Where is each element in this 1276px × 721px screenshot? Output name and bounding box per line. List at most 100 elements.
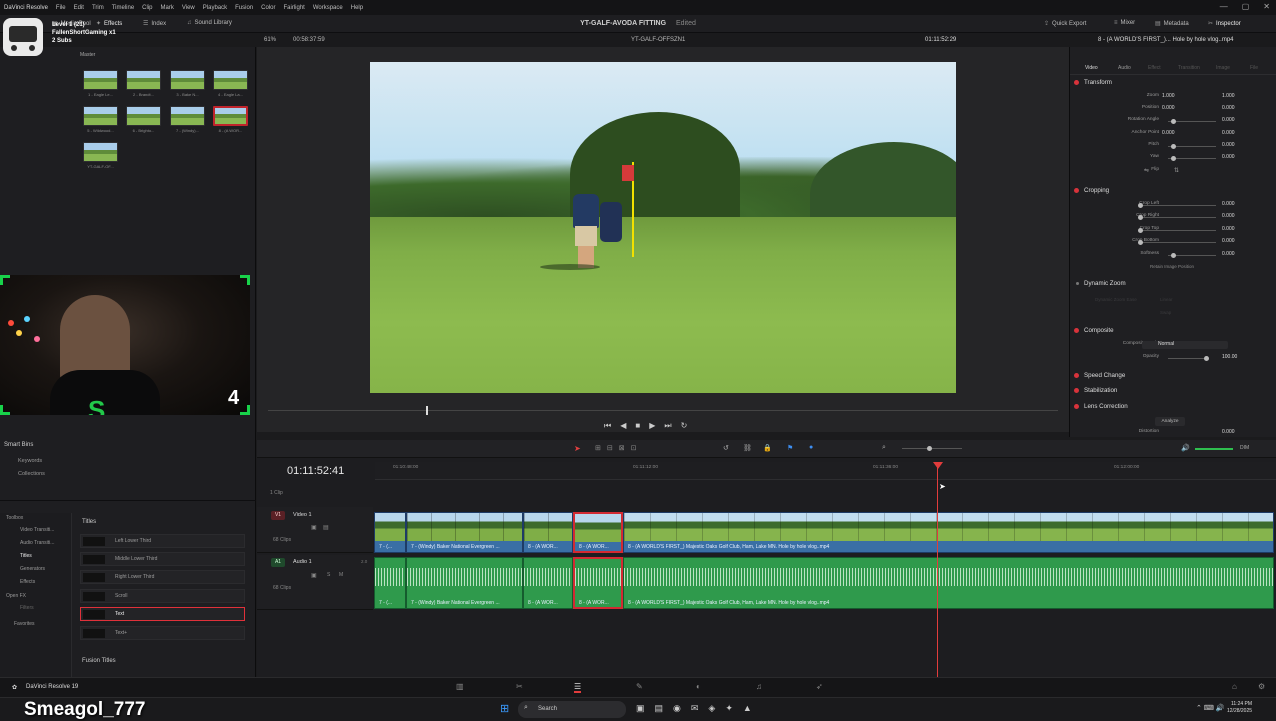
- tab-effect[interactable]: Effect: [1148, 65, 1161, 71]
- play-icon[interactable]: ▶: [649, 421, 655, 431]
- menu-fusion[interactable]: Fusion: [235, 5, 253, 11]
- inspector-button[interactable]: ✂ Inspector: [1208, 20, 1241, 27]
- media-clip-thumb[interactable]: [126, 70, 161, 90]
- pitch-value[interactable]: 0.000: [1222, 142, 1235, 148]
- track-name-video1[interactable]: Video 1: [293, 512, 312, 518]
- analyze-button[interactable]: Analyze: [1155, 417, 1185, 426]
- flip-horizontal-icon[interactable]: ⇋: [1144, 167, 1149, 174]
- media-clip-thumb[interactable]: [170, 106, 205, 126]
- snapping-icon[interactable]: ↺: [723, 444, 729, 452]
- audio-clip[interactable]: 8 - (A WORLD'S FIRST_) Majestic Oaks Gol…: [623, 557, 1274, 609]
- crop-left-value[interactable]: 0.000: [1222, 201, 1235, 207]
- media-page-icon[interactable]: ▥: [456, 682, 464, 691]
- enable-dot[interactable]: [1074, 80, 1079, 85]
- speaker-icon[interactable]: 🔊: [1181, 444, 1190, 452]
- minimize-icon[interactable]: —: [1220, 2, 1228, 11]
- close-icon[interactable]: ✕: [1263, 2, 1270, 11]
- title-item[interactable]: Scroll: [80, 589, 245, 603]
- dim-button[interactable]: DIM: [1240, 445, 1249, 451]
- maximize-icon[interactable]: ▢: [1242, 2, 1250, 11]
- menu-mark[interactable]: Mark: [161, 5, 174, 11]
- metadata-button[interactable]: ▤ Metadata: [1155, 20, 1189, 27]
- cat-video-transitions[interactable]: Video Transiti...: [20, 527, 54, 533]
- track-id-a1[interactable]: A1: [271, 558, 285, 567]
- audio-clip[interactable]: 8 - (A WOR...: [523, 557, 573, 609]
- dynamic-zoom-swap-button[interactable]: Swap: [1160, 310, 1171, 315]
- menu-file[interactable]: File: [56, 5, 66, 11]
- timeline-name[interactable]: YT-GALF-OFFSZN1: [631, 37, 685, 43]
- go-to-start-icon[interactable]: ⏮: [604, 421, 611, 431]
- media-clip-thumb[interactable]: [83, 70, 118, 90]
- yaw-value[interactable]: 0.000: [1222, 154, 1235, 160]
- playhead[interactable]: [937, 462, 938, 677]
- title-item[interactable]: Middle Lower Third: [80, 552, 245, 566]
- cat-generators[interactable]: Generators: [20, 566, 45, 572]
- selection-tool-icon[interactable]: ➤: [574, 444, 581, 453]
- loop-icon[interactable]: ↻: [681, 421, 688, 431]
- media-clip-thumb[interactable]: [170, 70, 205, 90]
- dynamic-zoom-header[interactable]: Dynamic Zoom: [1084, 280, 1126, 287]
- position-x[interactable]: 0.000: [1162, 105, 1175, 111]
- pinned-apps[interactable]: ▣▤◉✉◈✦▲: [636, 703, 762, 714]
- track-lock-icon[interactable]: ▣: [311, 524, 317, 531]
- menu-color[interactable]: Color: [261, 5, 275, 11]
- track-name-audio1[interactable]: Audio 1: [293, 559, 312, 565]
- edit-tools-icon[interactable]: ⊞⊟⊠⊡: [595, 444, 642, 452]
- marker-icon[interactable]: ●: [809, 444, 813, 451]
- track-lock-icon[interactable]: ▣: [311, 572, 317, 579]
- edit-page-icon[interactable]: ☰: [574, 682, 582, 693]
- audio-clip[interactable]: 7 - (Windy) Baker National Evergreen ...: [406, 557, 523, 609]
- transform-header[interactable]: Transform: [1084, 79, 1112, 86]
- flip-vertical-icon[interactable]: ⇅: [1174, 167, 1179, 174]
- disabled-dot[interactable]: [1076, 282, 1079, 285]
- tab-audio[interactable]: Audio: [1118, 65, 1131, 71]
- zoom-level[interactable]: 61%: [264, 37, 276, 43]
- crop-right-value[interactable]: 0.000: [1222, 213, 1235, 219]
- menu-workspace[interactable]: Workspace: [313, 5, 343, 11]
- cat-titles[interactable]: Titles: [20, 553, 32, 559]
- menu-view[interactable]: View: [182, 5, 195, 11]
- rotation-value[interactable]: 0.000: [1222, 117, 1235, 123]
- go-to-end-icon[interactable]: ⏭: [664, 421, 671, 431]
- menu-fairlight[interactable]: Fairlight: [283, 5, 304, 11]
- audio-clip-selected[interactable]: 8 - (A WOR...: [573, 557, 623, 609]
- crop-bottom-value[interactable]: 0.000: [1222, 238, 1235, 244]
- softness-value[interactable]: 0.000: [1222, 251, 1235, 257]
- zoom-icon[interactable]: ⌕: [882, 444, 886, 452]
- taskbar-search[interactable]: Search: [518, 701, 626, 718]
- fusion-page-icon[interactable]: ✎: [636, 682, 643, 691]
- media-clip-thumb[interactable]: [213, 70, 248, 90]
- media-clip-thumb[interactable]: [126, 106, 161, 126]
- zoom-x[interactable]: 1.000: [1162, 93, 1175, 99]
- smart-bin-keywords[interactable]: Keywords: [18, 458, 42, 464]
- title-item-selected[interactable]: Text: [80, 607, 245, 621]
- menu-app[interactable]: DaVinci Resolve: [4, 5, 48, 11]
- composite-header[interactable]: Composite: [1084, 327, 1114, 334]
- media-clip-thumb-selected[interactable]: [213, 106, 248, 126]
- video-frame[interactable]: [370, 62, 956, 393]
- zoom-slider[interactable]: [902, 448, 962, 449]
- zoom-y[interactable]: 1.000: [1222, 93, 1235, 99]
- crop-top-value[interactable]: 0.000: [1222, 226, 1235, 232]
- speed-change-header[interactable]: Speed Change: [1084, 372, 1125, 379]
- anchor-y[interactable]: 0.000: [1222, 130, 1235, 136]
- windows-start-icon[interactable]: ⊞: [500, 702, 509, 715]
- menu-clip[interactable]: Clip: [142, 5, 152, 11]
- menu-trim[interactable]: Trim: [92, 5, 104, 11]
- link-icon[interactable]: ⛓: [743, 444, 752, 452]
- menu-edit[interactable]: Edit: [74, 5, 84, 11]
- opacity-value[interactable]: 100.00: [1222, 354, 1237, 360]
- position-y[interactable]: 0.000: [1222, 105, 1235, 111]
- video-clip[interactable]: 8 - (A WOR...: [523, 512, 573, 553]
- enable-dot[interactable]: [1074, 373, 1079, 378]
- tab-transition[interactable]: Transition: [1178, 65, 1200, 71]
- lens-correction-header[interactable]: Lens Correction: [1084, 403, 1128, 410]
- audio-clip[interactable]: 7 - (...: [374, 557, 406, 609]
- volume-slider[interactable]: [1195, 448, 1233, 450]
- tab-image[interactable]: Image: [1216, 65, 1230, 71]
- composite-mode-select[interactable]: Normal: [1142, 341, 1228, 349]
- enable-dot[interactable]: [1074, 388, 1079, 393]
- play-reverse-icon[interactable]: ◀: [620, 421, 626, 431]
- enable-dot[interactable]: [1074, 328, 1079, 333]
- color-page-icon[interactable]: ◐: [696, 682, 701, 691]
